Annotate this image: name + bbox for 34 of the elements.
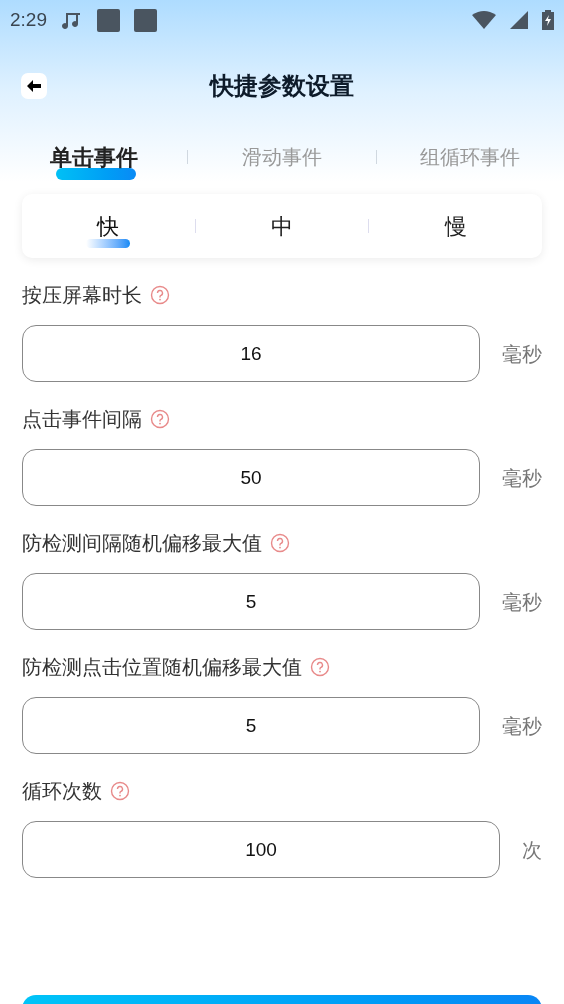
help-icon[interactable] [270, 533, 290, 553]
back-arrow-icon [27, 80, 41, 92]
page-title: 快捷参数设置 [210, 71, 354, 101]
unit-label: 毫秒 [502, 465, 542, 491]
unit-label: 毫秒 [502, 589, 542, 615]
battery-icon [542, 10, 554, 30]
back-button[interactable] [21, 73, 47, 99]
speed-option[interactable]: 中 [271, 209, 293, 243]
notification-icon [97, 8, 120, 32]
wifi-icon [472, 11, 496, 29]
field-label: 循环次数 [22, 779, 102, 804]
field-label: 防检测点击位置随机偏移最大值 [22, 655, 302, 680]
number-input[interactable]: 5 [22, 573, 480, 630]
help-icon[interactable] [150, 285, 170, 305]
number-input[interactable]: 16 [22, 325, 480, 382]
selected-indicator [86, 238, 131, 248]
help-icon[interactable] [110, 781, 130, 801]
status-time: 2:29 [10, 7, 47, 32]
signal-icon [510, 11, 528, 29]
field-label: 点击事件间隔 [22, 407, 142, 432]
speed-option[interactable]: 慢 [444, 209, 467, 243]
number-input[interactable]: 50 [22, 449, 480, 506]
help-icon[interactable] [310, 657, 330, 677]
unit-label: 毫秒 [502, 341, 542, 367]
help-icon[interactable] [150, 409, 170, 429]
number-input[interactable]: 100 [22, 821, 500, 878]
field-label: 防检测间隔随机偏移最大值 [22, 531, 262, 556]
event-tab[interactable]: 单击事件 [49, 140, 138, 180]
number-input[interactable]: 5 [22, 697, 480, 754]
unit-label: 次 [522, 837, 542, 863]
field-label: 按压屏幕时长 [22, 283, 142, 308]
speed-option[interactable]: 快 [86, 209, 131, 248]
notification-icon [134, 8, 157, 32]
unit-label: 毫秒 [502, 713, 542, 739]
